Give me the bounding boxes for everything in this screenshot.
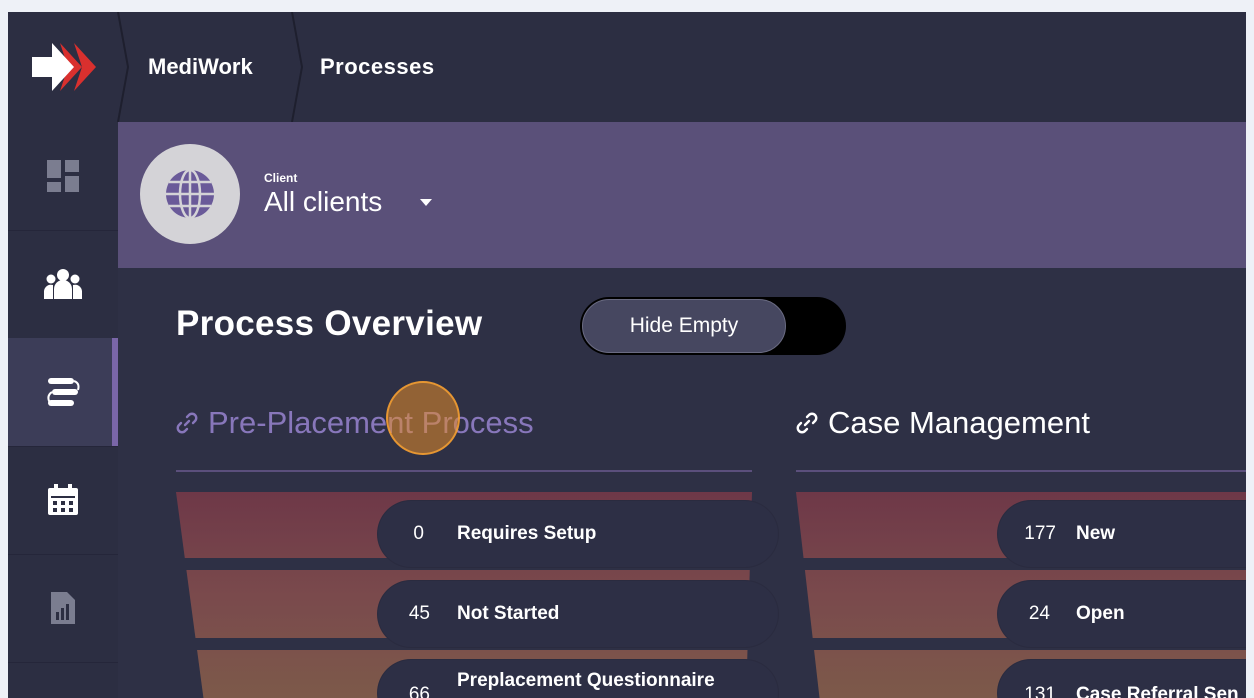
sidebar-item-reports[interactable] — [8, 554, 118, 663]
hide-empty-toggle[interactable]: Hide Empty — [580, 297, 846, 355]
link-icon — [796, 412, 818, 434]
breadcrumb-separator — [291, 12, 304, 122]
stage-count: 24 — [1028, 603, 1050, 624]
stage-count: 0 — [413, 523, 424, 544]
click-highlight — [386, 381, 460, 455]
stage-label: Open — [1076, 603, 1125, 624]
process-title-pre-placement[interactable]: Pre-Placement Process — [176, 405, 534, 441]
chevron-down-icon[interactable] — [420, 199, 432, 206]
client-label: Client — [264, 171, 298, 185]
stage-not-started[interactable]: 45 Not Started — [378, 581, 778, 647]
stage-new[interactable]: 177 New — [998, 501, 1246, 567]
logo-icon — [32, 43, 96, 91]
calendar-icon — [48, 484, 78, 515]
reports-icon — [51, 592, 75, 624]
stage-label: Requires Setup — [457, 523, 597, 544]
processes-icon — [47, 378, 80, 406]
app-logo[interactable] — [8, 12, 118, 122]
sidebar-item-users[interactable] — [8, 230, 118, 339]
hide-empty-toggle-label: Hide Empty — [582, 299, 786, 353]
app-window: MediWork Processes Client All clients Pr… — [8, 12, 1246, 698]
stage-count: 177 — [1024, 523, 1056, 544]
breadcrumb-mediwork[interactable]: MediWork — [148, 12, 253, 122]
stage-label: Preplacement Questionnaire — [457, 670, 715, 691]
client-dropdown[interactable]: All clients — [264, 186, 382, 218]
client-selector-band: Client All clients — [118, 122, 1246, 268]
top-bar: MediWork Processes — [8, 12, 1246, 123]
stage-label: Case Referral Sen — [1076, 684, 1239, 698]
sidebar-item-calendar[interactable] — [8, 446, 118, 555]
divider — [796, 470, 1246, 472]
process-title-case-management[interactable]: Case Management — [796, 405, 1090, 441]
sidebar — [8, 122, 118, 698]
dashboard-icon — [47, 160, 79, 192]
process-title-text: Pre-Placement Process — [208, 405, 534, 440]
client-avatar — [140, 144, 240, 244]
breadcrumb-processes[interactable]: Processes — [320, 12, 435, 122]
link-icon — [176, 412, 198, 434]
page-title: Process Overview — [176, 304, 483, 343]
stage-count: 131 — [1024, 684, 1056, 698]
stage-label: Not Started — [457, 603, 560, 624]
stage-preplacement-questionnaire[interactable]: 66 Preplacement Questionnaire — [378, 660, 778, 698]
sidebar-item-dashboard[interactable] — [8, 122, 118, 231]
process-title-text: Case Management — [828, 405, 1090, 440]
sidebar-item-processes[interactable] — [8, 338, 118, 447]
stage-open[interactable]: 24 Open — [998, 581, 1246, 647]
stage-count: 66 — [408, 684, 430, 698]
users-icon — [44, 269, 82, 299]
globe-icon — [166, 168, 214, 220]
stage-label: New — [1076, 523, 1116, 544]
stage-requires-setup[interactable]: 0 Requires Setup — [378, 501, 778, 567]
divider — [176, 470, 752, 472]
stage-count: 45 — [408, 603, 430, 624]
stage-case-referral-sent[interactable]: 131 Case Referral Sen — [998, 660, 1246, 698]
breadcrumb-separator — [117, 12, 130, 122]
